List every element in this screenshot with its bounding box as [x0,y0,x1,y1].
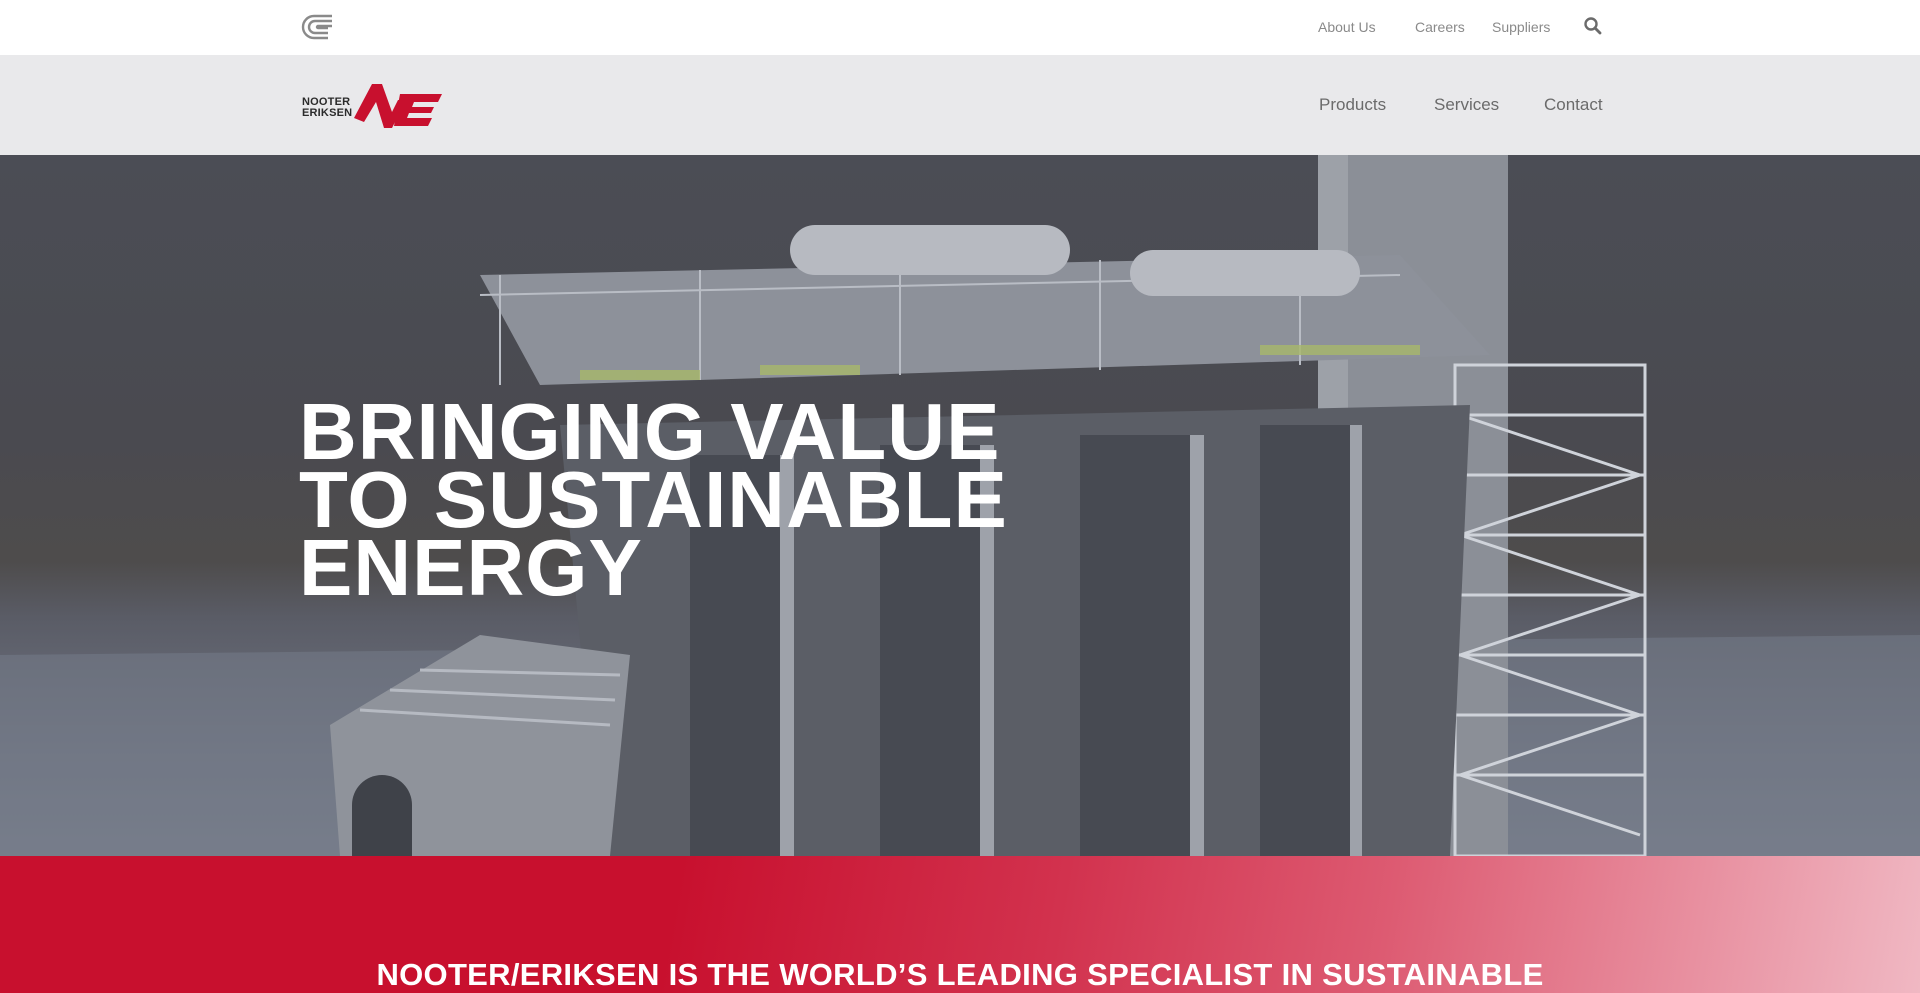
brand-name-line2: ERIKSEN [302,107,353,119]
intro-tagline: NOOTER/ERIKSEN IS THE WORLD’S LEADING SP… [376,957,1544,992]
main-header: NOOTER ERIKSEN Products Services Contact [0,55,1920,155]
utility-link-careers[interactable]: Careers [1415,19,1465,35]
nav-products[interactable]: Products [1319,95,1386,115]
utility-link-about-us[interactable]: About Us [1318,19,1376,35]
brand-mark-icon [354,84,442,128]
hero-banner: BRINGING VALUE TO SUSTAINABLE ENERGY [0,155,1920,856]
nav-contact[interactable]: Contact [1544,95,1603,115]
brand-name-line1: NOOTER [302,96,351,108]
utility-link-suppliers[interactable]: Suppliers [1492,19,1550,35]
hero-title: BRINGING VALUE TO SUSTAINABLE ENERGY [299,392,1199,612]
parent-company-logo[interactable] [298,12,336,42]
search-icon[interactable] [1583,16,1603,36]
hero-title-line: ENERGY [299,523,643,612]
intro-band: NOOTER/ERIKSEN IS THE WORLD’S LEADING SP… [0,856,1920,993]
nooter-eriksen-logo[interactable]: NOOTER ERIKSEN [302,82,444,132]
nav-services[interactable]: Services [1434,95,1499,115]
utility-bar: About Us Careers Suppliers [0,0,1920,55]
